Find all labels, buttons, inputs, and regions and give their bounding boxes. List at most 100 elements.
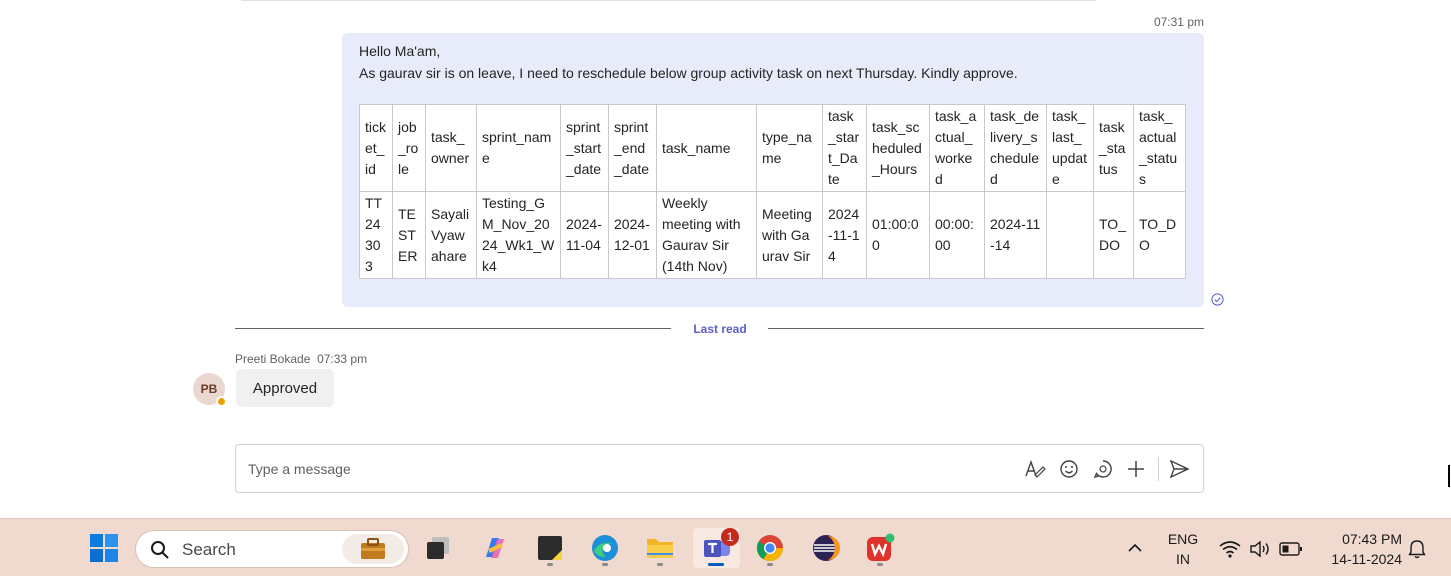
copilot-icon — [486, 538, 504, 558]
table-cell: TESTER — [392, 191, 426, 279]
table-cell: Sayali Vyawahare — [425, 191, 477, 279]
running-indicator — [547, 563, 553, 566]
clock[interactable]: 07:43 PM 14-11-2024 — [1316, 529, 1402, 569]
running-indicator — [602, 563, 608, 566]
table-cell: TO_DO — [1133, 191, 1186, 279]
volume-icon[interactable] — [1249, 540, 1271, 558]
wifi-icon[interactable] — [1219, 540, 1241, 558]
active-indicator — [708, 563, 724, 566]
reply-header: Preeti Bokade 07:33 pm — [235, 352, 367, 366]
column-header: job_role — [392, 104, 426, 192]
taskbar-sticky-notes[interactable] — [530, 528, 570, 568]
reply-message-bubble[interactable]: Approved — [236, 369, 334, 407]
taskbar-eclipse[interactable] — [806, 528, 846, 568]
table-cell: 2024-11-14 — [984, 191, 1047, 279]
taskbar-search[interactable]: Search — [135, 530, 409, 568]
previous-message-divider — [241, 0, 1096, 1]
column-header: task_actual_worked — [929, 104, 985, 192]
column-header: task_delivery_scheduled — [984, 104, 1047, 192]
last-read-line-left — [235, 328, 671, 329]
column-header: task_start_Date — [822, 104, 867, 192]
message-greeting: Hello Ma'am, — [359, 43, 441, 59]
language-code: ENG — [1167, 531, 1199, 547]
clock-time: 07:43 PM — [1342, 531, 1402, 547]
clock-date: 14-11-2024 — [1331, 551, 1402, 567]
wps-office-icon — [867, 533, 895, 561]
search-label: Search — [182, 540, 236, 559]
sent-message-bubble[interactable]: Hello Ma'am, As gaurav sir is on leave, … — [342, 33, 1204, 307]
table-cell: Meeting with Gaurav Sir — [756, 191, 823, 279]
battery-icon[interactable] — [1279, 541, 1303, 557]
taskbar-task-view[interactable] — [418, 528, 458, 568]
column-header: task_scheduled_Hours — [866, 104, 930, 192]
column-header: task_status — [1093, 104, 1134, 192]
plus-icon[interactable] — [1125, 458, 1147, 480]
send-icon[interactable] — [1168, 458, 1190, 480]
chrome-icon — [756, 535, 784, 562]
table-cell: Testing_GM_Nov_2024_Wk1_Wk4 — [476, 191, 561, 279]
column-header: ticket_id — [359, 104, 393, 192]
file-explorer-icon — [647, 539, 673, 558]
task-table: ticket_id job_role task_owner sprint_nam… — [359, 104, 1186, 279]
format-icon[interactable] — [1024, 458, 1046, 480]
eclipse-icon — [813, 535, 840, 561]
work-icon — [361, 538, 385, 559]
column-header: sprint_end_date — [608, 104, 657, 192]
column-header: task_owner — [425, 104, 477, 192]
running-indicator — [767, 563, 773, 566]
start-icon — [90, 534, 118, 562]
message-body: As gaurav sir is on leave, I need to res… — [359, 65, 1018, 81]
taskbar-wps-office[interactable] — [860, 528, 900, 568]
edge-icon — [592, 535, 618, 561]
taskbar-teams[interactable]: 1 — [693, 528, 740, 568]
column-header: task_actual_status — [1133, 104, 1186, 192]
reply-text: Approved — [252, 379, 318, 397]
table-cell: 2024-11-14 — [822, 191, 867, 279]
column-header: task_last_update — [1046, 104, 1094, 192]
chevron-up-icon[interactable] — [1127, 543, 1143, 553]
table-cell: TT24303 — [359, 191, 393, 279]
search-highlight — [342, 534, 404, 564]
taskbar-edge[interactable] — [585, 528, 625, 568]
composer-separator — [1158, 457, 1159, 481]
message-input[interactable] — [248, 457, 1008, 481]
table-cell: 2024-11-04 — [560, 191, 609, 279]
region-code: IN — [1176, 551, 1190, 567]
taskbar-file-explorer[interactable] — [640, 528, 680, 568]
taskbar-chrome[interactable] — [750, 528, 790, 568]
language-indicator[interactable]: ENG IN — [1163, 529, 1203, 569]
presence-away-icon — [216, 396, 227, 407]
table-cell: Weekly meeting with Gaurav Sir (14th Nov… — [656, 191, 757, 279]
table-cell: TO_DO — [1093, 191, 1134, 279]
task-view-icon — [427, 537, 449, 559]
notification-bell-icon[interactable] — [1408, 539, 1426, 559]
taskbar: Search 1 ENG IN 07:43 PM 14-11-2024 — [0, 518, 1451, 576]
message-composer — [235, 444, 1204, 493]
sticky-notes-icon — [538, 536, 562, 560]
sticker-icon[interactable] — [1092, 458, 1114, 480]
text-cursor — [1448, 465, 1450, 487]
read-receipt-icon — [1211, 293, 1224, 306]
taskbar-copilot[interactable] — [475, 528, 515, 568]
table-header-row: ticket_id job_role task_owner sprint_nam… — [359, 104, 1186, 192]
sender-name: Preeti Bokade — [235, 352, 311, 366]
running-indicator — [877, 563, 883, 566]
column-header: type_name — [756, 104, 823, 192]
last-read-label: Last read — [693, 322, 747, 336]
table-cell — [1046, 191, 1094, 279]
message-timestamp: 07:31 pm — [1153, 15, 1204, 29]
column-header: task_name — [656, 104, 757, 192]
table-cell: 01:00:00 — [866, 191, 930, 279]
table-cell: 00:00:00 — [929, 191, 985, 279]
notification-badge: 1 — [721, 528, 739, 546]
start-button[interactable] — [84, 528, 124, 568]
column-header: sprint_start_date — [560, 104, 609, 192]
reply-timestamp: 07:33 pm — [317, 352, 368, 366]
search-icon — [151, 541, 169, 559]
emoji-icon[interactable] — [1058, 458, 1080, 480]
last-read-line-right — [768, 328, 1204, 329]
running-indicator — [657, 563, 663, 566]
column-header: sprint_name — [476, 104, 561, 192]
table-cell: 2024-12-01 — [608, 191, 657, 279]
table-row: TT24303 TESTER Sayali Vyawahare Testing_… — [359, 191, 1186, 279]
